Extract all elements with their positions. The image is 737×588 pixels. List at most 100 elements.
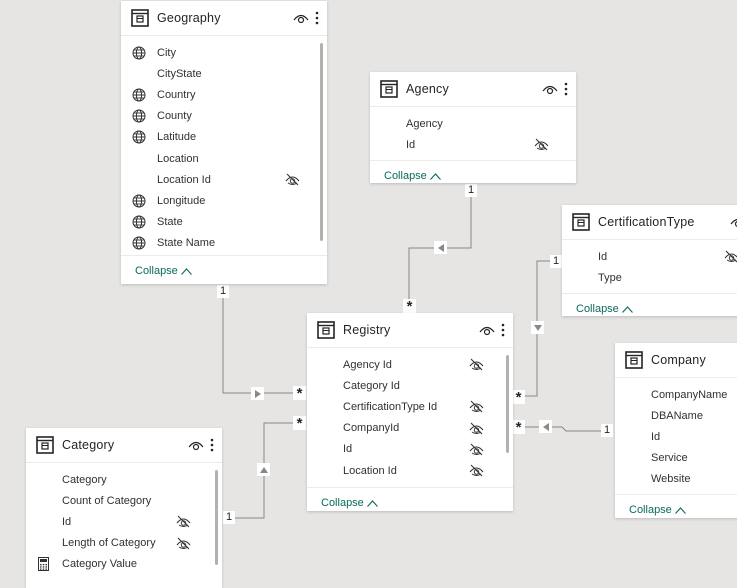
field-row[interactable]: Service <box>615 448 737 469</box>
table-title: Geography <box>157 11 293 25</box>
filter-direction-arrow-up[interactable] <box>257 463 270 476</box>
more-options-icon[interactable] <box>210 438 214 452</box>
field-row[interactable]: Id <box>370 134 576 155</box>
field-row[interactable]: Id <box>26 511 222 532</box>
collapse-button[interactable]: Collapse <box>384 170 441 182</box>
filter-direction-arrow-left[interactable] <box>434 241 447 254</box>
field-row[interactable]: County <box>121 106 327 127</box>
field-name: County <box>157 110 327 122</box>
scrollbar[interactable] <box>506 355 509 453</box>
hidden-field-icon[interactable] <box>176 515 191 528</box>
collapse-button[interactable]: Collapse <box>576 303 633 315</box>
field-row[interactable]: Length of Category <box>26 533 222 554</box>
field-row[interactable]: Location Id <box>121 169 327 190</box>
hidden-field-icon[interactable] <box>469 358 484 371</box>
eye-icon[interactable] <box>479 324 495 336</box>
eye-icon[interactable] <box>188 439 204 451</box>
field-row[interactable]: State <box>121 212 327 233</box>
field-row[interactable]: City <box>121 42 327 63</box>
table-card-registry[interactable]: Registry Agency Id Category Id Certificati… <box>307 313 513 511</box>
field-name: Agency <box>406 118 576 130</box>
more-options-icon[interactable] <box>501 323 505 337</box>
field-name: CompanyName <box>651 389 737 401</box>
field-name: Country <box>157 89 327 101</box>
hidden-field-icon[interactable] <box>469 464 484 477</box>
model-canvas[interactable]: 1 * 1 * 1 * * 1 * 1 Geography CityCitySt… <box>0 0 737 576</box>
eye-icon[interactable] <box>293 12 309 24</box>
field-row[interactable]: DBAName <box>615 405 737 426</box>
field-name: Category Id <box>343 380 513 392</box>
field-name: CompanyId <box>343 422 513 434</box>
field-row[interactable]: CompanyId <box>307 418 513 439</box>
table-header[interactable]: Registry <box>307 313 513 348</box>
table-header[interactable]: Geography <box>121 1 327 36</box>
scrollbar[interactable] <box>215 470 218 565</box>
field-row[interactable]: State Name <box>121 233 327 254</box>
collapse-button[interactable]: Collapse <box>321 497 378 509</box>
filter-direction-arrow-right[interactable] <box>251 387 264 400</box>
field-list: Agency Id <box>370 107 576 160</box>
field-row[interactable]: Category Value <box>26 554 222 575</box>
field-row[interactable]: Agency <box>370 113 576 134</box>
table-card-agency[interactable]: Agency Agency Id Collapse <box>370 72 576 183</box>
hidden-field-icon[interactable] <box>724 250 737 263</box>
field-row[interactable]: CompanyName <box>615 384 737 405</box>
hidden-field-icon[interactable] <box>469 443 484 456</box>
chevron-up-icon <box>367 500 378 507</box>
field-row[interactable]: CityState <box>121 63 327 84</box>
more-options-icon[interactable] <box>564 82 568 96</box>
field-icon-blank <box>572 270 587 285</box>
table-icon <box>625 351 643 369</box>
hidden-field-icon[interactable] <box>469 422 484 435</box>
field-icon-blank <box>317 421 332 436</box>
hidden-field-icon[interactable] <box>176 537 191 550</box>
collapse-button[interactable]: Collapse <box>629 504 686 516</box>
field-row[interactable]: Location <box>121 148 327 169</box>
table-icon <box>131 9 149 27</box>
filter-direction-arrow-left[interactable] <box>539 420 552 433</box>
field-name: Location <box>157 153 327 165</box>
hidden-field-icon[interactable] <box>534 138 549 151</box>
field-row[interactable]: Type <box>562 267 737 288</box>
table-title: CertificationType <box>598 215 737 229</box>
field-name: Longitude <box>157 195 327 207</box>
scrollbar[interactable] <box>320 43 323 241</box>
table-footer: Collapse <box>615 494 737 518</box>
field-row[interactable]: Id <box>307 439 513 460</box>
field-row[interactable]: Longitude <box>121 190 327 211</box>
cardinality-many-registry-agency: * <box>403 299 416 313</box>
field-icon-blank <box>36 472 51 487</box>
table-card-certificationtype[interactable]: CertificationType IdType Collapse <box>562 205 737 316</box>
field-row[interactable]: Count of Category <box>26 490 222 511</box>
table-card-category[interactable]: Category CategoryCount of CategoryIdLeng… <box>26 428 222 588</box>
table-header[interactable]: CertificationType <box>562 205 737 240</box>
field-row[interactable]: Latitude <box>121 127 327 148</box>
field-row[interactable]: CertificationType Id <box>307 396 513 417</box>
chevron-up-icon <box>675 507 686 514</box>
eye-icon[interactable] <box>730 216 737 228</box>
field-list: IdType <box>562 240 737 293</box>
field-row[interactable]: Agency Id <box>307 354 513 375</box>
field-row[interactable]: Category Id <box>307 375 513 396</box>
filter-direction-arrow-down[interactable] <box>531 321 544 334</box>
field-row[interactable]: Country <box>121 84 327 105</box>
collapse-button[interactable]: Collapse <box>135 265 192 277</box>
table-header[interactable]: Category <box>26 428 222 463</box>
table-card-company[interactable]: Company CompanyName DBANameIdServiceWebsi… <box>615 343 737 518</box>
more-options-icon[interactable] <box>315 11 319 25</box>
hidden-field-icon[interactable] <box>285 173 300 186</box>
field-row[interactable]: Id <box>562 246 737 267</box>
field-name: City <box>157 47 327 59</box>
cardinality-many-registry-category: * <box>293 416 306 430</box>
field-row[interactable]: Category <box>26 469 222 490</box>
field-row[interactable]: Location Id <box>307 460 513 481</box>
field-row[interactable]: Website <box>615 469 737 490</box>
hidden-field-icon[interactable] <box>469 400 484 413</box>
table-header[interactable]: Company <box>615 343 737 378</box>
table-card-geography[interactable]: Geography City CityState Country County Lati… <box>121 1 327 284</box>
eye-icon[interactable] <box>542 83 558 95</box>
field-row[interactable]: Id <box>615 426 737 447</box>
chevron-up-icon <box>622 306 633 313</box>
table-header[interactable]: Agency <box>370 72 576 107</box>
field-name: Id <box>406 139 576 151</box>
